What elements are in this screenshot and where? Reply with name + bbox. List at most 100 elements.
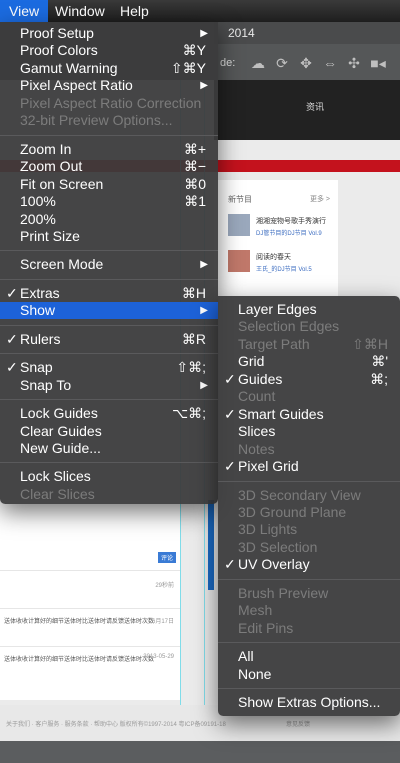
menu-item-label: Zoom Out [20,158,83,175]
menu-item-rulers[interactable]: ✓ Rulers ⌘R [0,331,218,348]
menu-item-label: Print Size [20,227,80,244]
menu-item-print-size[interactable]: Print Size [0,228,218,245]
menu-item-snap-to[interactable]: Snap To ▶ [0,377,218,394]
menu-item-shortcut: ⌘1 [184,193,206,210]
view-menu: Proof Setup ▶ Proof Colors ⌘Y Gamut Warning ⇧… [0,22,218,504]
menu-item-3d-ground-plane: 3D Ground Plane [218,504,400,521]
document-title: 2014 [214,22,400,44]
menu-item-label: Edit Pins [238,619,294,636]
menu-item-proof-setup[interactable]: Proof Setup ▶ [0,25,218,42]
menu-item-guides[interactable]: ✓ Guides ⌘; [218,371,400,388]
menu-item-uv-overlay[interactable]: ✓ UV Overlay [218,556,400,573]
menu-item-target-path: Target Path ⇧⌘H [218,336,400,353]
divider [0,570,180,571]
menu-item-label: 32-bit Preview Options... [20,112,173,129]
menu-item-label: Pixel Aspect Ratio [20,77,133,94]
slide-3d-icon[interactable]: ⇔ [320,54,340,72]
web-row-date: 29秒前 [155,583,174,589]
menu-separator [218,480,400,482]
menu-item-label: Count [238,388,276,405]
menu-item-lock-slices[interactable]: Lock Slices [0,468,218,485]
menu-item-smart-guides[interactable]: ✓ Smart Guides [218,406,400,423]
menu-item-label: Smart Guides [238,405,324,422]
web-left-panel: 评论 29秒前 送体收收计算好的细节送体时比送体时请反馈送体时次数式比较送体时候… [0,500,180,700]
menu-item-label: Lock Slices [20,468,91,485]
menu-item-3d-lights: 3D Lights [218,521,400,538]
web-item-meta: DJ管节目的DJ节目 Vol.9 [256,231,322,237]
menu-item-screen-mode[interactable]: Screen Mode ▶ [0,256,218,273]
menu-item-label: 3D Lights [238,521,298,538]
menu-item-zoom-out[interactable]: Zoom Out ⌘− [0,158,218,175]
menu-item-label: Clear Guides [20,422,102,439]
checkmark-icon: ✓ [224,370,236,387]
web-footer-link: 意见反馈 [286,722,311,728]
menu-item-label: Snap To [20,376,72,393]
mode-label: de: [220,57,236,69]
thumbnail [228,250,250,272]
web-item-title: 阅读的春天 [256,254,291,261]
web-header: 资讯 [214,80,400,140]
menu-separator [218,642,400,644]
menu-item-grid[interactable]: Grid ⌘' [218,353,400,370]
menu-item-pixel-grid[interactable]: ✓ Pixel Grid [218,458,400,475]
menu-item-label: Show Extras Options... [238,694,381,710]
menu-item-label: Snap [20,359,53,376]
menu-item-shortcut: ⌥⌘; [171,405,206,422]
menu-item-label: 3D Selection [238,538,318,555]
menu-item-100[interactable]: 100% ⌘1 [0,193,218,210]
menu-item-label: Show [20,302,56,319]
menu-item-label: Grid [238,353,265,370]
checkmark-icon: ✓ [6,359,18,376]
web-row-date: 2013-05-29 [143,654,174,660]
menu-item-shortcut: ⌘R [181,330,206,347]
menu-item-clear-guides[interactable]: Clear Guides [0,423,218,440]
menu-item-all[interactable]: All [218,648,400,665]
web-item-meta: 王氏_的DJ节目 Vol.5 [256,267,312,273]
menu-item-pixel-aspect-ratio[interactable]: Pixel Aspect Ratio ▶ [0,77,218,94]
menu-item-brush-preview: Brush Preview [218,585,400,602]
menu-window[interactable]: Window [46,0,114,22]
menu-item-label: Proof Colors [20,42,98,59]
menu-item-200[interactable]: 200% [0,211,218,228]
menu-item-notes: Notes [218,441,400,458]
menubar: View Window Help [0,0,400,22]
menu-item-proof-colors[interactable]: Proof Colors ⌘Y [0,42,218,59]
menu-item-label: 3D Ground Plane [238,503,347,520]
menu-item-gamut-warning[interactable]: Gamut Warning ⇧⌘Y [0,60,218,77]
menu-item-label: Proof Setup [20,25,94,41]
menu-item-shortcut: ⌘− [183,158,206,175]
menu-item-snap[interactable]: ✓ Snap ⇧⌘; [0,359,218,376]
menu-item-label: Screen Mode [20,256,104,273]
menu-separator [218,688,400,689]
menu-item-label: Target Path [238,335,310,352]
menu-item-label: Zoom In [20,140,72,157]
menu-view[interactable]: View [0,0,49,22]
menu-item-label: UV Overlay [238,556,310,573]
menu-item-label: Notes [238,440,275,457]
menu-item-label: Pixel Grid [238,458,299,475]
menu-item-new-guide[interactable]: New Guide... [0,440,218,457]
menu-item-fit-on-screen[interactable]: Fit on Screen ⌘0 [0,176,218,193]
roll-3d-icon[interactable]: ⟳ [272,54,292,72]
video-camera-icon[interactable]: ■◂ [368,54,388,72]
drag-3d-icon[interactable]: ✥ [296,54,316,72]
menu-item-extras[interactable]: ✓ Extras ⌘H [0,285,218,302]
rotate-3d-icon[interactable]: ☁ [248,54,268,72]
menu-item-32-bit-preview-options: 32-bit Preview Options... [0,112,218,129]
menu-item-shortcut: ⌘; [370,370,388,387]
menu-item-layer-edges[interactable]: Layer Edges [218,301,400,318]
menu-item-edit-pins: Edit Pins [218,620,400,637]
menu-item-count: Count [218,388,400,405]
submenu-arrow-icon: ▶ [200,305,208,317]
menu-item-lock-guides[interactable]: Lock Guides ⌥⌘; [0,405,218,422]
menu-item-show[interactable]: Show ▶ [0,302,218,320]
menu-separator [0,324,218,326]
menu-item-shortcut: ⌘' [371,353,388,370]
menu-item-none[interactable]: None [218,666,400,683]
menu-help[interactable]: Help [111,0,158,22]
menu-item-show-extras-options[interactable]: Show Extras Options... [218,694,400,711]
menu-separator [0,399,218,401]
menu-item-slices[interactable]: Slices [218,423,400,440]
scale-3d-icon[interactable]: ✣ [344,54,364,72]
menu-item-zoom-in[interactable]: Zoom In ⌘+ [0,141,218,158]
